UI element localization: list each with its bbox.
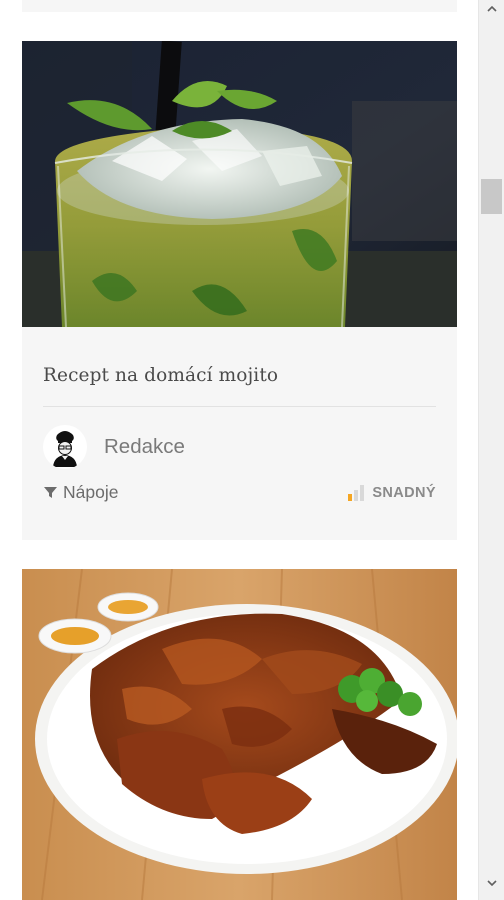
chef-avatar-icon[interactable] [43,425,87,469]
scrollbar-thumb[interactable] [481,179,502,214]
recipe-image-duck[interactable] [22,569,457,900]
previous-card-bottom [22,0,457,12]
difficulty-badge: SNADNÝ [347,484,436,501]
difficulty-label: SNADNÝ [372,484,436,501]
recipe-image-mojito[interactable] [22,41,457,327]
author-name[interactable]: Redakce [104,435,185,459]
recipe-card[interactable]: Recept na domácí mojito Redakce Nápoje S… [22,41,457,540]
recipe-title[interactable]: Recept na domácí mojito [43,327,436,388]
recipe-meta: Nápoje SNADNÝ [43,482,436,503]
category-label: Nápoje [63,482,119,502]
author-row: Redakce [43,423,436,471]
scroll-up-arrow-icon[interactable] [479,0,504,18]
filter-icon [43,485,58,500]
recipe-feed: Recept na domácí mojito Redakce Nápoje S… [0,0,478,900]
page-viewport: Recept na domácí mojito Redakce Nápoje S… [0,0,504,900]
vertical-scrollbar[interactable] [478,0,504,900]
difficulty-bars-icon [347,484,366,501]
category-link[interactable]: Nápoje [43,482,118,503]
recipe-card-body: Recept na domácí mojito Redakce Nápoje S… [22,327,457,503]
recipe-card[interactable] [22,569,457,900]
scroll-down-arrow-icon[interactable] [479,874,504,892]
divider [43,406,436,407]
